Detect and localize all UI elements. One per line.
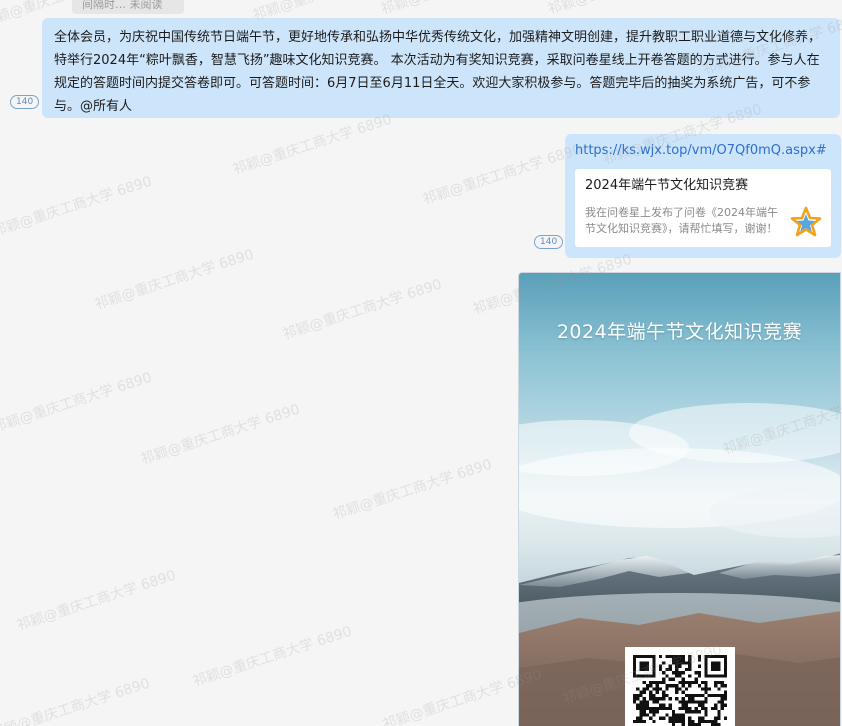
watermark-text: 祁颖@重庆工商大学 6890 — [378, 0, 542, 19]
chat-area: 间隔时… 未阅读 140 全体会员，为庆祝中国传统节日端午节，更好地传承和弘扬中… — [0, 0, 842, 726]
watermark-text: 祁颖@重庆工商大学 6890 — [14, 567, 178, 635]
watermark-text: 祁颖@重庆工商大学 6890 — [138, 401, 302, 469]
read-count: 140 — [16, 97, 34, 107]
qr-code[interactable] — [625, 647, 735, 726]
star-icon — [789, 205, 823, 239]
poster-image[interactable]: 2024年端午节文化知识竞赛 — [518, 272, 841, 726]
watermark-text: 祁颖@重庆工商大学 6890 — [92, 246, 256, 314]
read-count-badge[interactable]: 140 — [10, 95, 40, 109]
watermark-text: 祁颖@重庆工商大学 6890 — [230, 111, 394, 179]
link-card-description: 我在问卷星上发布了问卷《2024年端午节文化知识竞赛》，请帮忙填写，谢谢！ — [585, 206, 778, 235]
link-preview-card[interactable]: 2024年端午节文化知识竞赛 我在问卷星上发布了问卷《2024年端午节文化知识竞… — [575, 169, 831, 247]
watermark-text: 祁颖@重庆工商大学 6890 — [0, 173, 154, 241]
survey-link[interactable]: https://ks.wjx.top/vm/O7Qf0mQ.aspx# — [575, 142, 831, 160]
watermark-text: 祁颖@重庆工商大学 6890 — [545, 0, 709, 19]
watermark-text: 祁颖@重庆工商大学 6890 — [280, 276, 444, 344]
link-card-title: 2024年端午节文化知识竞赛 — [585, 178, 749, 193]
watermark-text: 祁颖@重庆工商大学 6890 — [0, 369, 154, 437]
announcement-message-bubble[interactable]: 全体会员，为庆祝中国传统节日端午节，更好地传承和弘扬中华优秀传统文化，加强精神文… — [42, 18, 840, 118]
watermark-text: 祁颖@重庆工商大学 6890 — [190, 623, 354, 691]
poster-title: 2024年端午节文化知识竞赛 — [556, 321, 803, 343]
link-message-bubble: https://ks.wjx.top/vm/O7Qf0mQ.aspx# 2024… — [565, 134, 841, 258]
announcement-text: 全体会员，为庆祝中国传统节日端午节，更好地传承和弘扬中华优秀传统文化，加强精神文… — [54, 30, 822, 114]
previous-message-text: 间隔时… 未阅读 — [82, 0, 163, 11]
watermark-text: 祁颖@重庆工商大学 6890 — [0, 675, 152, 726]
watermark-text: 祁颖@重庆工商大学 6890 — [330, 456, 494, 524]
read-count-badge[interactable]: 140 — [534, 235, 564, 249]
read-count: 140 — [540, 237, 558, 247]
watermark-text: 祁颖@重庆工商大学 6890 — [420, 141, 584, 209]
previous-message-fragment: 间隔时… 未阅读 — [72, 0, 184, 14]
